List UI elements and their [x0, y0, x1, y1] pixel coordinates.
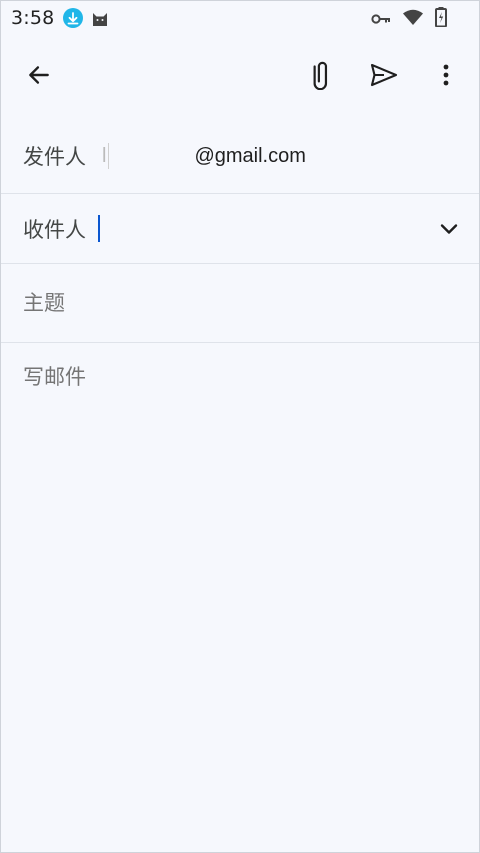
status-bar: 3:58	[1, 1, 479, 35]
to-label: 收件人	[23, 217, 86, 242]
vpn-key-icon	[371, 10, 391, 29]
download-icon	[63, 8, 84, 28]
text-cursor	[98, 215, 100, 242]
status-time: 3:58	[11, 7, 55, 29]
from-row[interactable]: 发件人 l @gmail.com	[1, 119, 479, 194]
cat-icon	[91, 9, 109, 27]
compose-body[interactable]	[23, 361, 463, 821]
send-icon	[370, 63, 398, 87]
wifi-icon	[403, 9, 423, 29]
subject-input[interactable]	[23, 291, 443, 315]
from-address-domain: @gmail.com	[194, 144, 306, 167]
chevron-down-icon	[440, 223, 458, 234]
redacted-region	[108, 143, 193, 169]
compose-toolbar	[1, 47, 479, 103]
back-arrow-icon	[29, 66, 49, 84]
more-vert-icon	[443, 64, 449, 86]
compose-screen: 3:58 发件人 l @gmail.com 收件人 主题 写邮件	[0, 0, 480, 853]
more-options-button[interactable]	[422, 47, 470, 103]
battery-icon	[435, 7, 447, 31]
to-row[interactable]: 收件人	[1, 194, 479, 264]
from-address[interactable]: l @gmail.com	[92, 143, 306, 169]
expand-recipients-button[interactable]	[433, 213, 465, 245]
status-icons	[371, 7, 447, 31]
subject-row	[1, 264, 479, 343]
attach-button[interactable]	[297, 47, 345, 103]
from-address-prefix: l	[102, 144, 107, 167]
paperclip-icon	[313, 61, 328, 90]
from-label: 发件人	[23, 145, 86, 169]
back-button[interactable]	[15, 47, 63, 103]
send-button[interactable]	[360, 47, 408, 103]
